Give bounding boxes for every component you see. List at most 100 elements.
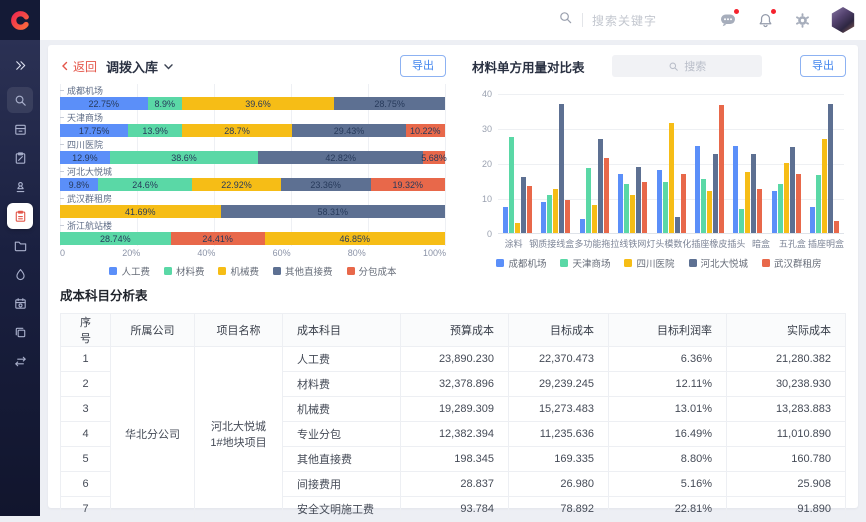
- bar-segment[interactable]: 12.9%: [60, 151, 110, 164]
- bar-segment[interactable]: 13.9%: [128, 124, 182, 137]
- legend-item[interactable]: 天津商场: [560, 256, 610, 270]
- bar-segment[interactable]: 22.92%: [192, 178, 280, 191]
- chart-search-input[interactable]: 搜索: [612, 55, 762, 77]
- bell-icon[interactable]: [756, 11, 774, 29]
- bar[interactable]: [642, 182, 647, 233]
- gear-icon[interactable]: [793, 11, 811, 29]
- bar-segment[interactable]: 8.9%: [148, 97, 182, 110]
- sidebar-item-stamp[interactable]: [7, 174, 33, 200]
- bar[interactable]: [796, 174, 801, 234]
- bar[interactable]: [565, 200, 570, 233]
- bar[interactable]: [739, 209, 744, 234]
- legend-item[interactable]: 河北大悦城: [689, 256, 749, 270]
- bar[interactable]: [834, 221, 839, 233]
- bar[interactable]: [580, 219, 585, 233]
- bar[interactable]: [604, 158, 609, 233]
- axis-tick: 80%: [348, 248, 366, 258]
- global-search[interactable]: 搜索关键字: [558, 10, 657, 30]
- back-button[interactable]: 返回: [60, 58, 97, 75]
- expand-icon: [13, 58, 28, 73]
- sidebar-item-drop[interactable]: [7, 261, 33, 287]
- bar[interactable]: [663, 182, 668, 233]
- bar-segment[interactable]: 17.75%: [60, 124, 128, 137]
- sidebar-item-folder[interactable]: [7, 232, 33, 258]
- avatar[interactable]: [830, 7, 856, 33]
- bar[interactable]: [509, 137, 514, 233]
- sidebar-item-inventory[interactable]: [7, 203, 33, 229]
- chevron-down-icon[interactable]: [163, 61, 174, 72]
- sidebar-item-transfer[interactable]: [7, 348, 33, 374]
- bar[interactable]: [751, 154, 756, 233]
- bar[interactable]: [657, 170, 662, 233]
- sidebar-item-clipboard-edit[interactable]: [7, 145, 33, 171]
- bar-segment[interactable]: 19.32%: [371, 178, 445, 191]
- sidebar-item-schedule[interactable]: [7, 290, 33, 316]
- table-cell: 间接费用: [283, 472, 401, 497]
- bar[interactable]: [675, 217, 680, 233]
- bar[interactable]: [559, 104, 564, 234]
- bar[interactable]: [598, 139, 603, 234]
- bar-segment[interactable]: 10.22%: [406, 124, 445, 137]
- bar[interactable]: [547, 195, 552, 234]
- bar[interactable]: [553, 189, 558, 233]
- bar-segment[interactable]: 29.43%: [292, 124, 405, 137]
- bar[interactable]: [681, 174, 686, 234]
- bar-segment[interactable]: 38.6%: [110, 151, 259, 164]
- export-button-right[interactable]: 导出: [800, 55, 846, 77]
- bar-segment[interactable]: 28.75%: [334, 97, 445, 110]
- legend-item[interactable]: 武汉群租房: [762, 256, 822, 270]
- bar[interactable]: [772, 191, 777, 233]
- bar-segment[interactable]: 22.75%: [60, 97, 148, 110]
- sidebar-item-copy[interactable]: [7, 319, 33, 345]
- bar[interactable]: [527, 186, 532, 233]
- app-logo[interactable]: [0, 0, 40, 40]
- sidebar-item-archive[interactable]: [7, 116, 33, 142]
- grouped-bar-legend: 成都机场天津商场四川医院 河北大悦城武汉群租房: [472, 256, 846, 270]
- bar[interactable]: [784, 163, 789, 233]
- bar-segment[interactable]: 5.68%: [423, 151, 445, 164]
- legend-item[interactable]: 成都机场: [496, 256, 546, 270]
- bar[interactable]: [719, 105, 724, 233]
- bar-segment[interactable]: 9.8%: [60, 178, 98, 191]
- bar[interactable]: [515, 223, 520, 234]
- sidebar-item-search[interactable]: [7, 87, 33, 113]
- bar[interactable]: [624, 184, 629, 233]
- bar[interactable]: [790, 147, 795, 233]
- bar[interactable]: [713, 154, 718, 233]
- bar-segment[interactable]: 28.74%: [60, 232, 171, 245]
- bar[interactable]: [701, 179, 706, 233]
- bar[interactable]: [669, 123, 674, 233]
- message-icon[interactable]: [719, 11, 737, 29]
- bar-segment[interactable]: 24.6%: [98, 178, 193, 191]
- bar[interactable]: [592, 205, 597, 233]
- bar[interactable]: [745, 172, 750, 233]
- sidebar-item-expand[interactable]: [7, 52, 33, 78]
- bar-segment[interactable]: 23.36%: [281, 178, 371, 191]
- bar[interactable]: [778, 184, 783, 233]
- bar[interactable]: [695, 146, 700, 234]
- bar-segment[interactable]: 46.85%: [265, 232, 445, 245]
- bar-segment[interactable]: 28.7%: [182, 124, 292, 137]
- bar[interactable]: [816, 175, 821, 233]
- bar[interactable]: [586, 168, 591, 233]
- export-button-left[interactable]: 导出: [400, 55, 446, 77]
- bar[interactable]: [503, 207, 508, 233]
- bar[interactable]: [828, 104, 833, 234]
- bar-segment[interactable]: 39.6%: [182, 97, 334, 110]
- bar[interactable]: [541, 202, 546, 234]
- bar-segment[interactable]: 24.41%: [171, 232, 265, 245]
- bar-segment[interactable]: 41.69%: [60, 205, 221, 218]
- bar[interactable]: [521, 177, 526, 233]
- bar[interactable]: [636, 167, 641, 234]
- legend-item[interactable]: 四川医院: [624, 256, 674, 270]
- bar[interactable]: [733, 146, 738, 234]
- bar[interactable]: [810, 207, 815, 233]
- axis-tick: 40: [472, 89, 492, 99]
- bar[interactable]: [707, 191, 712, 233]
- bar[interactable]: [630, 195, 635, 234]
- bar[interactable]: [618, 174, 623, 234]
- bar-segment[interactable]: 42.82%: [258, 151, 423, 164]
- bar[interactable]: [757, 189, 762, 233]
- bar[interactable]: [822, 139, 827, 234]
- bar-segment[interactable]: 58.31%: [221, 205, 445, 218]
